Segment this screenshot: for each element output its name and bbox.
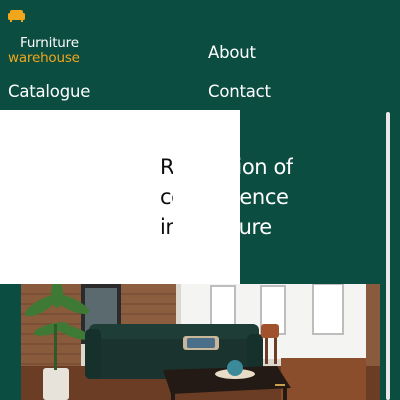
nav-link-contact[interactable]: Contact (208, 82, 271, 102)
sofa-icon (8, 10, 25, 22)
hero-title-overlay: Revolution of convenience in furniture (160, 155, 293, 239)
nav-link-about[interactable]: About (208, 43, 256, 63)
hero-heading: Revolution of convenience in furniture R… (160, 152, 360, 248)
nav-link-catalogue[interactable]: Catalogue (8, 82, 90, 102)
brand-name-line1: Furniture (20, 35, 79, 51)
living-room-illustration (21, 284, 380, 400)
brand-logo[interactable]: Furniture warehouse (8, 10, 108, 66)
hero-photo (21, 284, 380, 400)
brand-name-line2: warehouse (8, 50, 80, 66)
scrollbar[interactable] (386, 112, 390, 400)
